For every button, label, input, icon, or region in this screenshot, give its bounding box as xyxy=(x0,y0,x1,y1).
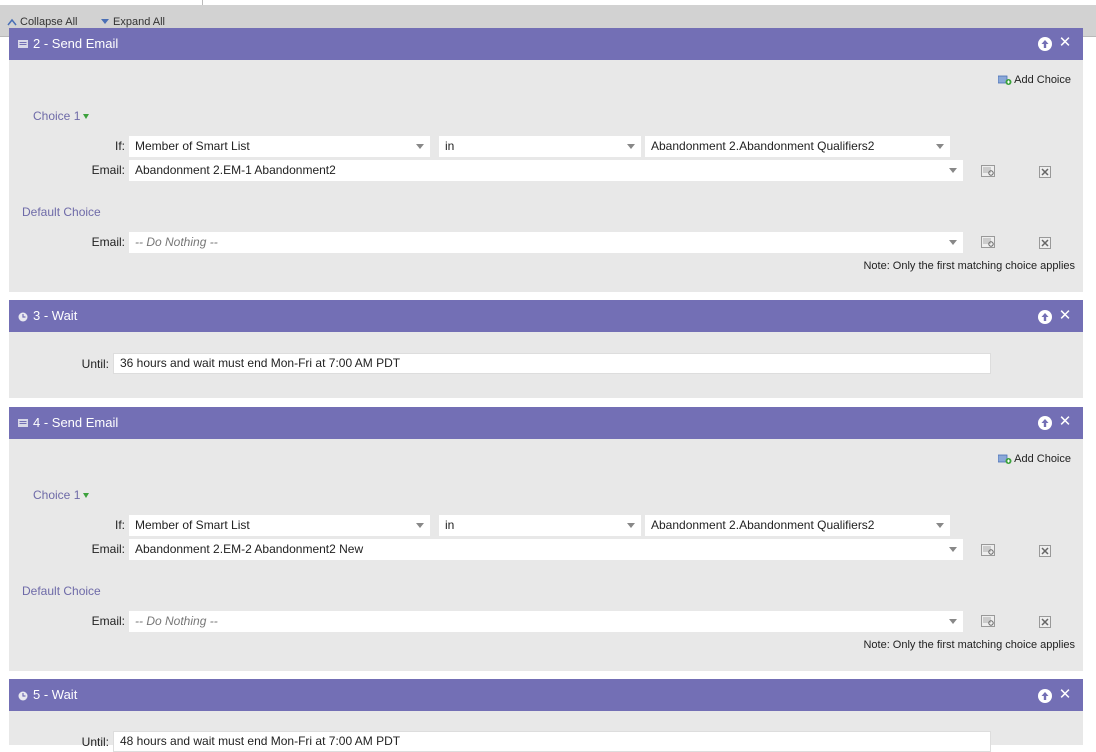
email-value: Abandonment 2.EM-2 Abandonment2 New xyxy=(135,542,364,556)
condition-operator-select[interactable]: in xyxy=(439,136,641,157)
close-icon[interactable]: ✕ xyxy=(1058,687,1072,702)
chevron-down-icon xyxy=(936,144,944,149)
arrow-up-icon xyxy=(1041,40,1049,48)
delete-choice-icon[interactable] xyxy=(1039,616,1051,628)
collapse-icon xyxy=(7,18,17,26)
if-label: If: xyxy=(114,139,125,153)
default-choice-label[interactable]: Default Choice xyxy=(22,584,101,598)
choice-expand-icon xyxy=(83,493,90,498)
choice-label: Choice 1 xyxy=(33,109,81,123)
add-choice-button[interactable]: Add Choice xyxy=(998,72,1071,88)
default-choice-label[interactable]: Default Choice xyxy=(22,205,101,219)
chevron-down-icon xyxy=(936,523,944,528)
move-up-button[interactable] xyxy=(1038,416,1052,430)
chevron-down-icon xyxy=(949,240,957,245)
expand-icon xyxy=(101,19,109,24)
move-up-button[interactable] xyxy=(1038,689,1052,703)
email-select[interactable]: Abandonment 2.EM-1 Abandonment2 xyxy=(129,160,963,181)
default-email-label: Email: xyxy=(91,235,125,249)
flow-step-wait: 5 - Wait ✕ Until: 48 hours and wait must… xyxy=(9,679,1083,752)
condition-field-value: Member of Smart List xyxy=(135,518,250,532)
default-email-select[interactable]: -- Do Nothing -- xyxy=(129,611,963,632)
chevron-down-icon xyxy=(416,523,424,528)
step-title: 5 - Wait xyxy=(33,687,78,702)
default-email-value: -- Do Nothing -- xyxy=(135,614,218,628)
email-icon xyxy=(18,40,28,48)
clock-icon xyxy=(18,691,28,701)
add-choice-label: Add Choice xyxy=(1014,453,1071,465)
step-header[interactable]: 4 - Send Email ✕ xyxy=(9,407,1083,439)
if-label: If: xyxy=(114,518,125,532)
delete-choice-icon[interactable] xyxy=(1039,166,1051,178)
condition-value-select[interactable]: Abandonment 2.Abandonment Qualifiers2 xyxy=(645,515,950,536)
step-title: 4 - Send Email xyxy=(33,415,119,430)
add-choice-label: Add Choice xyxy=(1014,74,1071,86)
condition-operator-select[interactable]: in xyxy=(439,515,641,536)
condition-operator-value: in xyxy=(445,139,455,153)
condition-field-select[interactable]: Member of Smart List xyxy=(129,515,430,536)
arrow-up-icon xyxy=(1041,419,1049,427)
condition-value: Abandonment 2.Abandonment Qualifiers2 xyxy=(651,139,875,153)
default-email-value: -- Do Nothing -- xyxy=(135,235,218,249)
default-email-select[interactable]: -- Do Nothing -- xyxy=(129,232,963,253)
preview-icon[interactable] xyxy=(981,615,995,627)
preview-icon[interactable] xyxy=(981,236,995,248)
close-icon[interactable]: ✕ xyxy=(1058,35,1072,50)
step-header[interactable]: 3 - Wait ✕ xyxy=(9,300,1083,332)
delete-choice-icon[interactable] xyxy=(1039,545,1051,557)
condition-operator-value: in xyxy=(445,518,455,532)
default-email-label: Email: xyxy=(91,614,125,628)
step-title: 3 - Wait xyxy=(33,308,78,323)
wait-duration-field[interactable]: 48 hours and wait must end Mon-Fri at 7:… xyxy=(113,731,991,752)
close-icon[interactable]: ✕ xyxy=(1058,414,1072,429)
step-header[interactable]: 5 - Wait ✕ xyxy=(9,679,1083,711)
condition-value: Abandonment 2.Abandonment Qualifiers2 xyxy=(651,518,875,532)
toolbar-top-strip xyxy=(0,0,1096,5)
clock-icon xyxy=(18,312,28,322)
choice-1-toggle[interactable]: Choice 1 xyxy=(33,488,90,502)
chevron-down-icon xyxy=(416,144,424,149)
arrow-up-icon xyxy=(1041,313,1049,321)
preview-icon[interactable] xyxy=(981,544,995,556)
move-up-button[interactable] xyxy=(1038,310,1052,324)
move-up-button[interactable] xyxy=(1038,37,1052,51)
preview-icon[interactable] xyxy=(981,165,995,177)
flow-step-send-email: 2 - Send Email ✕ Add Choice Choice 1 If:… xyxy=(9,28,1083,292)
delete-choice-icon[interactable] xyxy=(1039,237,1051,249)
choice-note: Note: Only the first matching choice app… xyxy=(863,639,1075,651)
arrow-up-icon xyxy=(1041,692,1049,700)
email-label: Email: xyxy=(91,542,125,556)
flow-step-wait: 3 - Wait ✕ Until: 36 hours and wait must… xyxy=(9,300,1083,398)
email-label: Email: xyxy=(91,163,125,177)
choice-note: Note: Only the first matching choice app… xyxy=(863,260,1075,272)
toolbar-divider xyxy=(202,0,203,5)
add-choice-icon xyxy=(998,75,1012,85)
step-title: 2 - Send Email xyxy=(33,36,119,51)
chevron-down-icon xyxy=(949,619,957,624)
chevron-down-icon xyxy=(949,168,957,173)
choice-label: Choice 1 xyxy=(33,488,81,502)
until-label: Until: xyxy=(81,735,109,749)
email-select[interactable]: Abandonment 2.EM-2 Abandonment2 New xyxy=(129,539,963,560)
step-header[interactable]: 2 - Send Email ✕ xyxy=(9,28,1083,60)
add-choice-icon xyxy=(998,454,1012,464)
flow-step-send-email: 4 - Send Email ✕ Add Choice Choice 1 If:… xyxy=(9,407,1083,671)
email-icon xyxy=(18,419,28,427)
until-label: Until: xyxy=(81,357,109,371)
condition-field-value: Member of Smart List xyxy=(135,139,250,153)
choice-expand-icon xyxy=(83,114,90,119)
add-choice-button[interactable]: Add Choice xyxy=(998,451,1071,467)
email-value: Abandonment 2.EM-1 Abandonment2 xyxy=(135,163,336,177)
chevron-down-icon xyxy=(627,144,635,149)
close-icon[interactable]: ✕ xyxy=(1058,308,1072,323)
choice-1-toggle[interactable]: Choice 1 xyxy=(33,109,90,123)
condition-field-select[interactable]: Member of Smart List xyxy=(129,136,430,157)
condition-value-select[interactable]: Abandonment 2.Abandonment Qualifiers2 xyxy=(645,136,950,157)
chevron-down-icon xyxy=(627,523,635,528)
wait-duration-field[interactable]: 36 hours and wait must end Mon-Fri at 7:… xyxy=(113,353,991,374)
chevron-down-icon xyxy=(949,547,957,552)
